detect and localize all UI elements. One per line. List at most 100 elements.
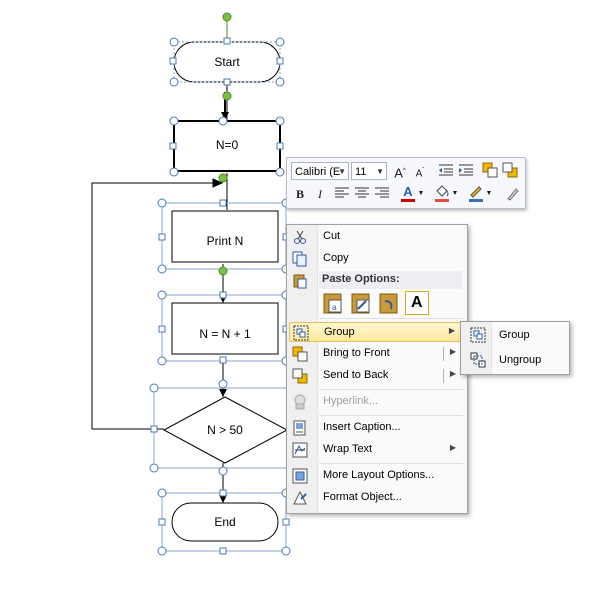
layout-options-icon (292, 468, 308, 484)
menu-item-group[interactable]: Group ▶ (289, 322, 464, 342)
grow-font-button[interactable]: A^ (391, 162, 409, 180)
font-name-combo[interactable]: Calibri (E ▼ (291, 162, 349, 180)
bring-to-front-icon (292, 346, 308, 362)
line-color-swatch (469, 199, 483, 202)
menu-item-bring-to-front[interactable]: Bring to Front ▶ (289, 344, 464, 364)
align-center-icon (355, 187, 369, 198)
paste-picture-icon (379, 293, 398, 314)
bring-forward-button[interactable] (481, 162, 499, 180)
align-center-button[interactable] (353, 185, 371, 203)
menu-split-divider (443, 369, 444, 383)
context-menu: Cut Copy Paste Options: a A Group ▶ Brin… (286, 224, 468, 514)
ungroup-icon (470, 352, 486, 368)
fill-color-dropdown[interactable]: ▼ (451, 185, 459, 203)
align-left-icon (335, 187, 349, 198)
paste-merge-button[interactable] (349, 291, 373, 315)
menu-item-cut[interactable]: Cut (289, 227, 464, 247)
bold-button[interactable]: B (291, 185, 309, 203)
font-name-value: Calibri (E (295, 166, 341, 178)
align-left-button[interactable] (333, 185, 351, 203)
italic-button[interactable]: I (311, 185, 329, 203)
paste-text-only-icon: A (411, 294, 423, 311)
line-color-dropdown[interactable]: ▼ (485, 185, 493, 203)
menu-item-wrap-text[interactable]: Wrap Text ▶ (289, 440, 464, 460)
menu-item-hyperlink: Hyperlink... (289, 392, 464, 412)
submenu-item-group[interactable]: Group (463, 324, 567, 346)
menu-item-label: More Layout Options... (323, 469, 435, 481)
submenu-arrow-icon: ▶ (449, 443, 456, 452)
font-size-combo[interactable]: 11 ▼ (351, 162, 387, 180)
menu-item-label: Group (324, 326, 355, 338)
group-submenu: Group Ungroup (460, 321, 570, 375)
submenu-arrow-icon: ▶ (448, 326, 455, 335)
menu-item-send-to-back[interactable]: Send to Back ▶ (289, 366, 464, 386)
decision-label: N > 50 (207, 423, 243, 437)
line-color-button[interactable] (467, 183, 485, 202)
menu-item-copy[interactable]: Copy (289, 249, 464, 269)
font-color-dropdown[interactable]: ▼ (417, 185, 425, 203)
align-right-icon (375, 187, 389, 198)
menu-item-label: Cut (323, 230, 341, 242)
menu-item-more-layout-options[interactable]: More Layout Options... (289, 466, 464, 486)
paste-text-only-button[interactable]: A (405, 291, 429, 315)
menu-item-label: Copy (323, 252, 349, 264)
submenu-item-label: Ungroup (499, 354, 542, 366)
menu-separator (319, 463, 463, 464)
copy-icon (292, 251, 307, 267)
paste-keep-source-button[interactable]: a (321, 291, 345, 315)
paint-bucket-icon (436, 185, 449, 197)
fill-color-button[interactable] (433, 183, 451, 202)
print-label: Print N (206, 234, 244, 248)
increase-indent-button[interactable] (457, 162, 475, 180)
paste-options-header: Paste Options: (319, 271, 462, 289)
scissors-icon (294, 230, 306, 244)
send-backward-icon (502, 162, 518, 178)
decrease-indent-button[interactable] (437, 162, 455, 180)
paste-icon (293, 274, 307, 289)
menu-item-label: Bring to Front (323, 347, 390, 359)
submenu-item-label: Group (499, 329, 530, 341)
menu-item-format-object[interactable]: Format Object... (289, 488, 464, 508)
font-color-button[interactable]: A (399, 183, 417, 202)
send-to-back-icon (292, 368, 308, 384)
end-label: End (214, 515, 236, 529)
font-size-value: 11 (355, 166, 367, 178)
start-label: Start (214, 55, 240, 69)
menu-separator (319, 415, 463, 416)
font-color-icon: A (403, 184, 413, 199)
chevron-down-icon: ▼ (338, 167, 346, 176)
paste-keep-formatting-icon: a (323, 293, 342, 314)
menu-item-label: Insert Caption... (323, 421, 401, 433)
hyperlink-icon (294, 394, 306, 410)
insert-caption-icon (293, 420, 306, 436)
menu-item-insert-caption[interactable]: Insert Caption... (289, 418, 464, 438)
paste-merge-formatting-icon (351, 293, 370, 314)
pen-icon (470, 186, 482, 198)
paste-options-title: Paste Options: (322, 273, 400, 285)
arrowhead (219, 389, 227, 397)
submenu-arrow-icon[interactable]: ▶ (450, 347, 456, 356)
init-label: N=0 (215, 138, 239, 152)
menu-separator (319, 389, 463, 390)
increment-label: N = N + 1 (199, 327, 251, 341)
menu-item-label: Send to Back (323, 369, 389, 381)
group-icon (470, 327, 486, 343)
send-backward-button[interactable] (501, 162, 519, 180)
align-right-button[interactable] (373, 185, 391, 203)
increase-indent-icon (459, 164, 473, 176)
paste-picture-button[interactable] (377, 291, 401, 315)
fill-color-swatch (435, 199, 449, 202)
menu-item-label: Format Object... (323, 491, 402, 503)
chevron-down-icon: ▼ (376, 167, 384, 176)
menu-item-label: Wrap Text (323, 443, 373, 455)
wrap-text-icon (292, 442, 308, 458)
format-painter-button[interactable] (503, 185, 521, 203)
mini-toolbar: Calibri (E ▼ 11 ▼ A^ Aˇ B I A ▼ ▼ ▼ (286, 157, 526, 209)
submenu-arrow-icon[interactable]: ▶ (450, 369, 456, 378)
submenu-item-ungroup[interactable]: Ungroup (463, 349, 567, 371)
menu-split-divider (443, 347, 444, 361)
shrink-font-button[interactable]: Aˇ (411, 162, 429, 180)
menu-separator (319, 318, 463, 319)
svg-text:a: a (332, 303, 337, 312)
bring-forward-icon (482, 162, 498, 178)
